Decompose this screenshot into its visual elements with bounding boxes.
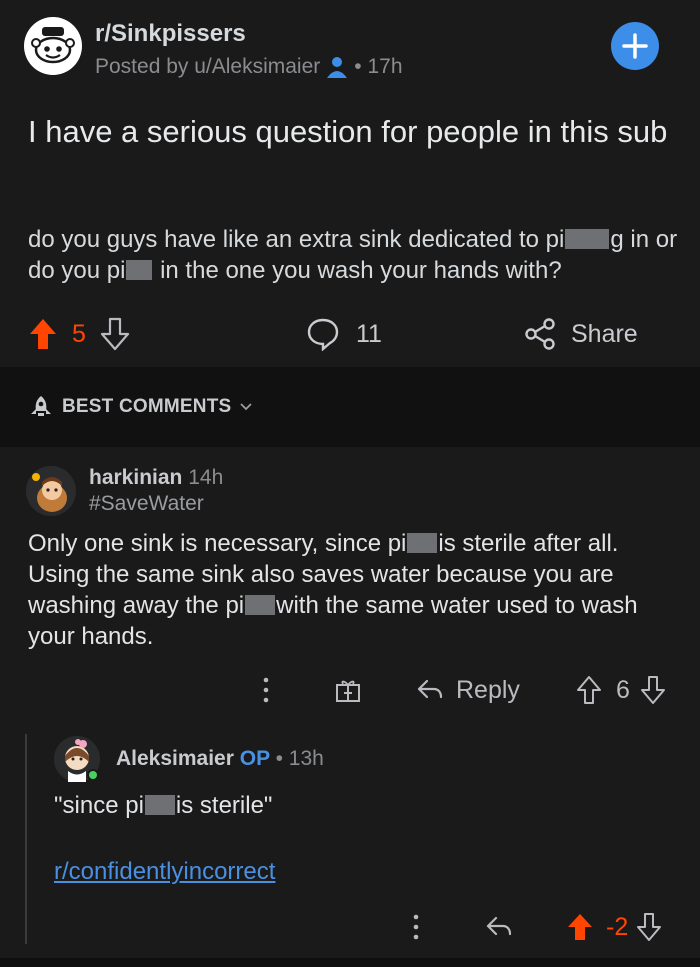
award-icon	[334, 676, 362, 704]
upvote-icon[interactable]	[566, 912, 594, 942]
reply-text: is sterile"	[175, 792, 273, 819]
comment-author[interactable]: harkinian 14h	[89, 466, 223, 490]
author-name[interactable]: harkinian	[89, 466, 182, 489]
user-flair: #SaveWater	[89, 492, 204, 515]
more-icon	[256, 675, 276, 705]
downvote-icon[interactable]	[100, 317, 130, 351]
censor-bar	[407, 533, 438, 553]
post-score: 5	[72, 319, 86, 348]
sort-selector[interactable]: BEST COMMENTS	[28, 394, 253, 420]
reply-text: "since pi	[54, 792, 144, 819]
comment-text: Only one sink is necessary, since pi	[28, 530, 407, 557]
posted-by[interactable]: Posted by u/Aleksimaier	[95, 55, 320, 79]
censor-bar	[245, 595, 276, 615]
post-body-text: do you guys have like an extra sink dedi…	[28, 226, 565, 253]
vote-group: 5	[28, 314, 130, 354]
more-icon	[406, 912, 426, 942]
share-icon	[524, 317, 556, 351]
comment-body: Only one sink is necessary, since pi is s…	[28, 528, 678, 652]
reply-vote-group: -2	[566, 910, 662, 944]
post-body-text: in the one you wash your hands with?	[160, 257, 562, 284]
upvote-icon[interactable]	[28, 317, 58, 351]
comments-button[interactable]: 11	[306, 314, 382, 354]
chevron-down-icon	[239, 402, 253, 412]
subreddit-name[interactable]: r/Sinkpissers	[95, 20, 246, 48]
rocket-icon	[28, 394, 54, 420]
reply-icon	[485, 914, 513, 940]
reply-age: • 13h	[275, 747, 324, 770]
more-button[interactable]	[406, 910, 426, 944]
comment-vote-group: 6	[576, 672, 666, 708]
reply-body: "since pi is sterile"	[54, 792, 272, 820]
thread-line[interactable]	[25, 734, 27, 944]
comment-score: 6	[616, 675, 630, 704]
post-body: do you guys have like an extra sink dedi…	[28, 224, 678, 286]
user-icon	[326, 56, 348, 78]
share-button[interactable]: Share	[524, 314, 638, 354]
reply-score: -2	[606, 912, 629, 941]
avatar[interactable]	[26, 466, 76, 516]
subreddit-snoo-icon[interactable]	[24, 17, 82, 75]
reply-label: Reply	[456, 675, 520, 704]
subreddit-link[interactable]: r/confidentlyincorrect	[54, 858, 275, 886]
reply-author[interactable]: Aleksimaier OP • 13h	[116, 747, 324, 771]
avatar[interactable]	[54, 736, 100, 782]
op-badge: OP	[239, 747, 270, 770]
share-label: Share	[571, 319, 638, 348]
downvote-icon[interactable]	[636, 912, 662, 942]
comment-age: 14h	[188, 466, 224, 489]
comment-icon	[306, 317, 340, 351]
reply-button[interactable]	[485, 910, 513, 944]
author-name[interactable]: Aleksimaier	[116, 747, 234, 770]
comment-count: 11	[356, 319, 382, 348]
plus-icon	[622, 33, 648, 59]
censor-bar	[126, 260, 153, 280]
reply-icon	[416, 677, 444, 703]
downvote-icon[interactable]	[640, 675, 666, 705]
upvote-icon[interactable]	[576, 675, 602, 705]
post-body-text: g	[610, 226, 624, 253]
post-age: • 17h	[354, 55, 403, 78]
more-button[interactable]	[256, 672, 276, 708]
censor-bar	[565, 229, 610, 249]
join-button[interactable]	[611, 22, 659, 70]
bottom-divider	[0, 958, 700, 967]
award-button[interactable]	[334, 672, 362, 708]
reply-button[interactable]: Reply	[416, 672, 520, 708]
post-title: I have a serious question for people in …	[28, 114, 668, 149]
sort-label: BEST COMMENTS	[62, 396, 232, 417]
censor-bar	[144, 795, 175, 815]
post-meta: Posted by u/Aleksimaier • 17h	[95, 55, 403, 79]
